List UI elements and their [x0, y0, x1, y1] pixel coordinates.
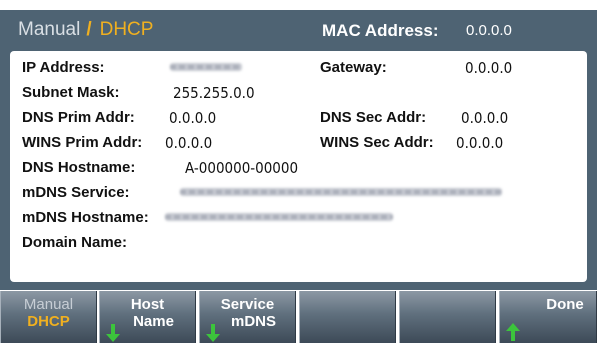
dns-prim-addr-label: DNS Prim Addr: [22, 109, 135, 126]
dns-prim-addr-value: 0.0.0.0 [169, 109, 217, 127]
dns-hostname-label: DNS Hostname: [22, 159, 136, 176]
softkey-manual-label: Manual [23, 296, 74, 313]
mac-address-label: MAC Address: [322, 21, 439, 40]
network-settings-panel: IP Address: Gateway: 0.0.0.0 Subnet Mask… [10, 51, 587, 282]
wins-sec-addr-value: 0.0.0.0 [456, 134, 504, 152]
mac-address-value: 0.0.0.0 [466, 22, 512, 39]
down-arrow-icon [106, 324, 120, 342]
manual-dhcp-softkey[interactable]: Manual DHCP [0, 291, 97, 343]
service-mdns-softkey[interactable]: Service mDNS [199, 291, 296, 343]
empty-softkey-4[interactable] [299, 291, 396, 343]
gateway-value: 0.0.0.0 [465, 59, 513, 77]
mdns-hostname-value-redacted [165, 213, 393, 221]
wins-prim-addr-value: 0.0.0.0 [165, 134, 213, 152]
mdns-service-value-redacted [180, 188, 502, 196]
mdns-hostname-label: mDNS Hostname: [22, 209, 149, 226]
softkey-service-label: Service [220, 296, 275, 313]
softkey-host-label: Host [130, 296, 165, 313]
done-softkey[interactable]: Done [499, 291, 597, 343]
domain-name-label: Domain Name: [22, 234, 128, 251]
mode-manual-label: Manual [18, 19, 81, 40]
mode-dhcp-label: DHCP [99, 19, 154, 40]
ip-address-label: IP Address: [22, 59, 105, 76]
subnet-mask-label: Subnet Mask: [22, 84, 120, 101]
dns-sec-addr-value: 0.0.0.0 [461, 109, 509, 127]
mode-separator: / [86, 19, 92, 40]
dns-hostname-value: A-000000-00000 [185, 159, 299, 177]
top-strip [0, 0, 597, 10]
up-arrow-icon [506, 323, 520, 341]
softkey-done-label: Done [546, 296, 584, 313]
wins-sec-addr-label: WINS Sec Addr: [320, 134, 434, 151]
empty-softkey-5[interactable] [399, 291, 496, 343]
softkey-dhcp-label: DHCP [27, 313, 70, 330]
mdns-service-label: mDNS Service: [22, 184, 130, 201]
down-arrow-icon [206, 324, 220, 342]
wins-prim-addr-label: WINS Prim Addr: [22, 134, 143, 151]
softkey-bar: Manual DHCP Host Name Service mDNS Done [0, 290, 597, 343]
dns-sec-addr-label: DNS Sec Addr: [320, 109, 427, 126]
ip-address-value-redacted [170, 63, 242, 71]
screen-header: Manual / DHCP MAC Address: 0.0.0.0 [0, 10, 597, 48]
gateway-label: Gateway: [320, 59, 387, 76]
mode-indicator: Manual / DHCP [18, 19, 153, 41]
instrument-screen: Manual / DHCP MAC Address: 0.0.0.0 IP Addr… [0, 10, 597, 290]
host-name-softkey[interactable]: Host Name [99, 291, 196, 343]
subnet-mask-value: 255.255.0.0 [173, 84, 255, 102]
